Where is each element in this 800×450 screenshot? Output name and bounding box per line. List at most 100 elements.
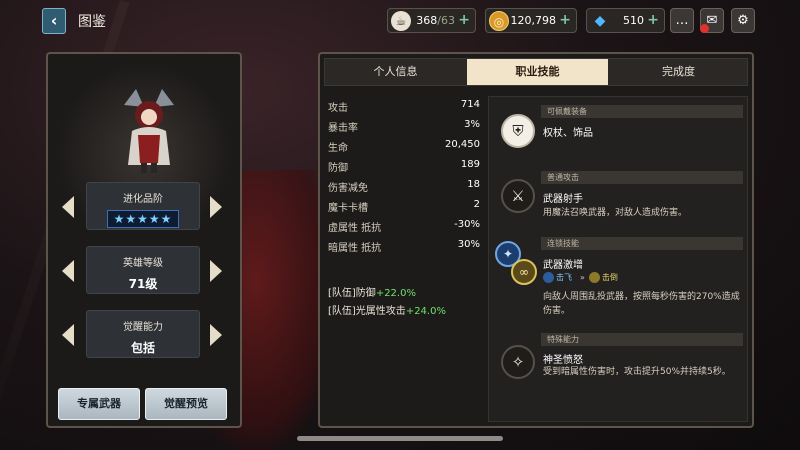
sparkle-icon: ✧ (501, 345, 535, 379)
prev-arrow-icon[interactable] (62, 324, 74, 346)
hero-sprite (124, 89, 174, 173)
level-box: 英雄等级 71级 (86, 246, 200, 294)
team-bonus-defense: [队伍]防御+22.0% (328, 288, 416, 299)
chain-condition: 击飞 » 击倒 (543, 272, 618, 283)
skill-name: 武器射手 (543, 194, 583, 205)
stamina-value: 368/63 (416, 14, 455, 27)
prev-arrow-icon[interactable] (62, 260, 74, 282)
top-bar: ‹ 图鉴 ☕ 368/63 + ◎ 120,798 + ◆ 510 + … ✉ … (0, 0, 800, 42)
stat-value: 3% (464, 119, 480, 130)
stat-value: 20,450 (445, 139, 480, 150)
chevron-right-icon: » (580, 273, 585, 282)
level-row: 英雄等级 71级 (62, 246, 272, 296)
tab-bar: 个人信息 职业技能 完成度 (324, 58, 748, 86)
back-chevron-icon: ‹ (50, 11, 58, 30)
next-arrow-icon[interactable] (210, 196, 222, 218)
airborne-icon (543, 272, 554, 283)
stamina-counter: ☕ 368/63 + (387, 8, 476, 33)
stat-label: 攻击 (328, 103, 348, 114)
skill-name: 武器激增 (543, 260, 583, 271)
stat-row: 防御 189 (328, 156, 480, 176)
gold-coin-icon: ◎ (489, 11, 509, 31)
skill-tag: 可佩戴装备 (541, 105, 743, 118)
chain-to: 击倒 (601, 273, 618, 282)
blue-gem-icon: ◆ (594, 13, 606, 29)
evolution-box: 进化品阶 ★★★★★ (86, 182, 200, 230)
tab-class-skills[interactable]: 职业技能 (467, 59, 608, 85)
knockdown-icon (588, 272, 600, 283)
add-gold-button[interactable]: + (559, 12, 571, 28)
skill-tag: 连锁技能 (541, 237, 743, 250)
stat-value: -30% (454, 219, 480, 230)
skill-name: 权杖、饰品 (543, 128, 593, 139)
evolution-label: 进化品阶 (123, 194, 163, 205)
stat-label: 暴击率 (328, 123, 358, 134)
settings-gear-icon: ⚙ (737, 13, 749, 28)
gold-counter: ◎ 120,798 + (485, 8, 577, 33)
team-bonus-light-attack: [队伍]光属性攻击+24.0% (328, 306, 446, 317)
stat-label: 生命 (328, 143, 348, 154)
skill-description: 用魔法召唤武器，对敌人造成伤害。 (543, 208, 688, 218)
awakening-label: 觉醒能力 (123, 322, 163, 333)
exclusive-weapon-button[interactable]: 专属武器 (58, 388, 140, 420)
level-value: 71级 (128, 277, 158, 291)
gem-counter: ◆ 510 + (586, 8, 665, 33)
stat-row: 生命 20,450 (328, 136, 480, 156)
add-stamina-button[interactable]: + (458, 12, 470, 28)
awakening-value: 包括 (130, 341, 155, 355)
chat-icon: … (675, 13, 689, 28)
next-arrow-icon[interactable] (210, 260, 222, 282)
stat-label: 虚属性 抵抗 (328, 223, 382, 234)
stat-label: 防御 (328, 163, 348, 174)
info-panel: 个人信息 职业技能 完成度 攻击 714 暴击率 3% 生命 20,450 防御 189… (318, 52, 754, 428)
stat-row: 魔卡卡槽 2 (328, 196, 480, 216)
stat-value: 30% (457, 239, 480, 250)
coffee-cup-icon: ☕ (391, 11, 411, 31)
skill-tag: 普通攻击 (541, 171, 743, 184)
page-title: 图鉴 (78, 14, 106, 30)
gold-value: 120,798 (510, 14, 557, 27)
awakening-box: 觉醒能力 包括 (86, 310, 200, 358)
next-arrow-icon[interactable] (210, 324, 222, 346)
stat-value: 2 (473, 199, 480, 210)
normal-attack-skill: 普通攻击 ⚔ 武器射手 用魔法召唤武器，对敌人造成伤害。 (495, 171, 743, 235)
evolution-row: 进化品阶 ★★★★★ (62, 182, 272, 232)
gem-value: 510 (623, 14, 644, 27)
skill-description: 向敌人周围乱投武器，按照每秒伤害的270%造成伤害。 (543, 292, 740, 316)
stat-row: 伤害减免 18 (328, 176, 480, 196)
skill-description: 受到暗属性伤害时，攻击提升50%并持续5秒。 (543, 367, 731, 377)
add-gem-button[interactable]: + (647, 12, 659, 28)
special-ability: 特殊能力 ✧ 神圣愤怒 受到暗属性伤害时，攻击提升50%并持续5秒。 (495, 333, 743, 403)
skill-tag: 特殊能力 (541, 333, 743, 346)
stat-value: 189 (460, 159, 480, 170)
stat-label: 伤害减免 (328, 183, 368, 194)
chat-button[interactable]: … (670, 8, 694, 33)
stat-value: 714 (460, 99, 480, 110)
tab-completion[interactable]: 完成度 (608, 59, 749, 85)
back-button[interactable]: ‹ (42, 8, 66, 34)
tab-personal-info[interactable]: 个人信息 (325, 59, 466, 85)
settings-button[interactable]: ⚙ (731, 8, 755, 33)
equipment-skill: 可佩戴装备 ⛨ 权杖、饰品 (495, 105, 743, 161)
prev-arrow-icon[interactable] (62, 196, 74, 218)
stats-list: 攻击 714 暴击率 3% 生命 20,450 防御 189 伤害减免 18 魔卡卡槽 2 … (328, 96, 480, 256)
level-label: 英雄等级 (123, 258, 163, 269)
stat-row: 攻击 714 (328, 96, 480, 116)
home-indicator[interactable] (297, 436, 503, 441)
chain-skill: 连锁技能 ✦ ∞ 武器激增 击飞» 击倒 向敌人周围乱投武器，按照每秒伤害的270… (495, 237, 743, 321)
awaken-preview-button[interactable]: 觉醒预览 (145, 388, 227, 420)
chain-from: 击飞 (556, 273, 572, 282)
awakening-row: 觉醒能力 包括 (62, 310, 272, 360)
stat-value: 18 (467, 179, 480, 190)
chain-link-icon: ∞ (511, 259, 537, 285)
evolution-stars: ★★★★★ (106, 210, 180, 228)
sword-icon: ⚔ (501, 179, 535, 213)
stat-label: 暗属性 抵抗 (328, 243, 382, 254)
stat-row: 虚属性 抵抗 -30% (328, 216, 480, 236)
mail-notification-dot (700, 24, 709, 33)
equipment-shield-icon: ⛨ (501, 114, 535, 148)
skill-name: 神圣愤怒 (543, 355, 583, 366)
stat-row: 暴击率 3% (328, 116, 480, 136)
stat-label: 魔卡卡槽 (328, 203, 368, 214)
skills-list: 可佩戴装备 ⛨ 权杖、饰品 普通攻击 ⚔ 武器射手 用魔法召唤武器，对敌人造成伤… (488, 96, 748, 422)
